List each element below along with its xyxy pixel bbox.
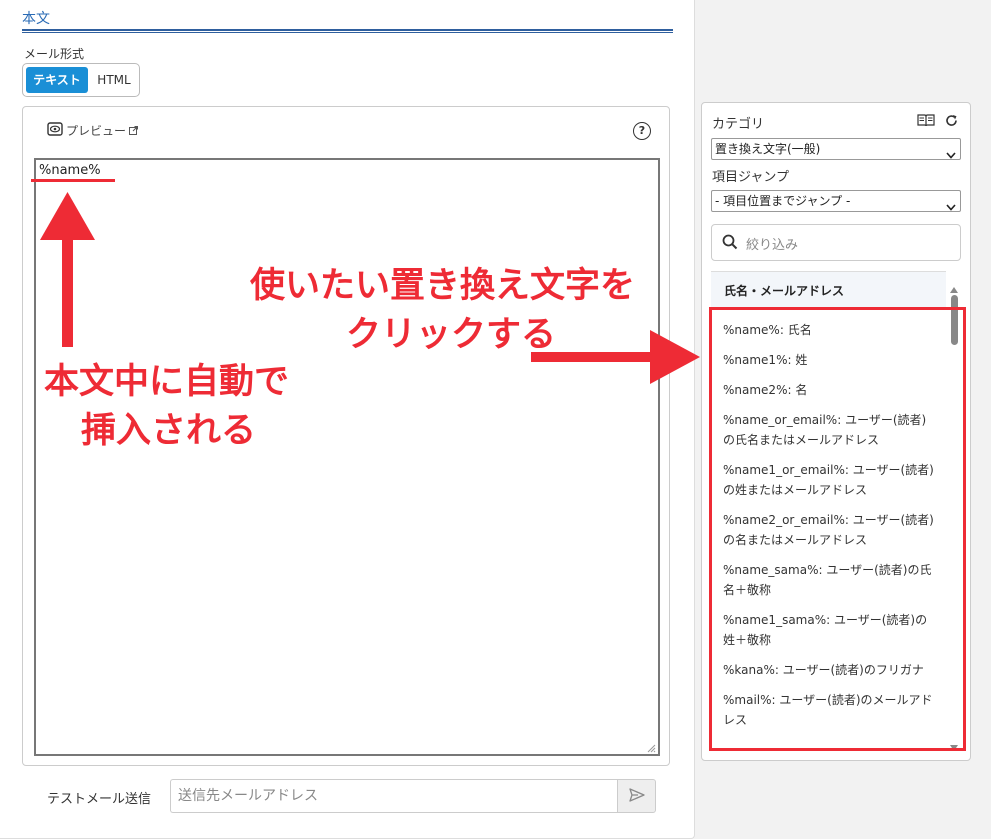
list-item[interactable]: %name2%: 名 [711,380,946,400]
chevron-down-icon [946,145,956,165]
send-test-button[interactable] [617,779,656,813]
jump-label: 項目ジャンプ [712,170,789,185]
preview-label: プレビュー [66,124,127,138]
preview-button[interactable]: プレビュー [47,122,139,139]
chevron-down-icon [946,197,956,217]
test-email-input[interactable]: 送信先メールアドレス [170,779,618,813]
eye-icon [47,122,63,139]
filter-search[interactable]: 絞り込み [711,224,961,261]
scroll-down-icon[interactable] [949,737,959,751]
replacement-list: 氏名・メールアドレス %name%: 氏名 %name1%: 姓 %name2%… [711,271,946,752]
list-item[interactable]: %name_sama%: ユーザー(読者)の氏名＋敬称 [711,560,946,600]
list-item[interactable]: %name1_sama%: ユーザー(読者)の姓＋敬称 [711,610,946,650]
section-title: 本文 [22,11,50,27]
search-placeholder: 絞り込み [746,238,799,253]
annotation-right-line1: 使いたい置き換え文字を [250,266,636,306]
panel-icons [917,112,958,131]
list-item[interactable]: %name1%: 姓 [711,350,946,370]
group-header: 氏名・メールアドレス [711,272,946,310]
format-html-button[interactable]: HTML [90,67,138,93]
refresh-icon[interactable] [945,112,958,131]
annotation-right-line2: クリックする [346,315,557,355]
highlight-underline [31,179,115,182]
test-send-label: テストメール送信 [47,792,152,807]
jump-select[interactable]: - 項目位置までジャンプ - [711,190,961,212]
resize-grip-icon[interactable] [646,742,656,753]
list-item[interactable]: %name_or_email%: ユーザー(読者)の氏名またはメールアドレス [711,410,946,450]
list-item[interactable]: %name%: 氏名 [711,320,946,340]
category-label: カテゴリ [712,117,765,132]
replacement-panel: カテゴリ 置き換え文字(一般) 項目ジャンプ - 項目位置までジャンプ - 絞り… [701,102,971,761]
external-link-icon [129,124,139,138]
help-icon[interactable]: ? [633,122,651,140]
list-item[interactable]: %name2_or_email%: ユーザー(読者)の名またはメールアドレス [711,510,946,550]
scroll-up-icon[interactable] [949,279,959,293]
book-icon[interactable] [917,112,935,131]
send-icon [628,787,645,806]
mail-format-label: メール形式 [24,47,85,61]
annotation-left-line2: 挿入される [81,411,257,451]
search-icon [722,234,738,254]
body-content: %name% [39,163,101,178]
format-text-button[interactable]: テキスト [26,67,88,93]
category-select[interactable]: 置き換え文字(一般) [711,138,961,160]
mail-format-toggle: テキスト HTML [22,63,140,97]
annotation-left-line1: 本文中に自動で [44,362,290,402]
list-scrollbar[interactable] [948,273,960,751]
list-item[interactable]: %kana%: ユーザー(読者)のフリガナ [711,660,946,680]
scroll-thumb[interactable] [951,295,958,345]
body-textarea[interactable]: %name% [34,158,660,756]
list-item[interactable]: %mail%: ユーザー(読者)のメールアドレス [711,690,946,730]
list-item[interactable]: %name1_or_email%: ユーザー(読者)の姓またはメールアドレス [711,460,946,500]
category-value: 置き換え文字(一般) [715,142,821,156]
section-divider [22,29,673,33]
jump-value: - 項目位置までジャンプ - [715,194,851,208]
